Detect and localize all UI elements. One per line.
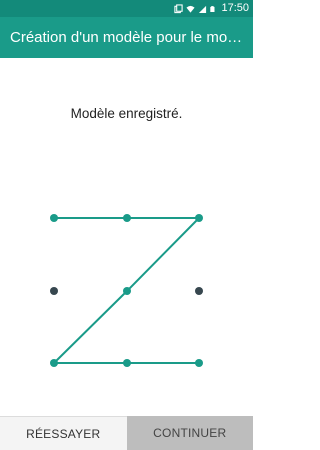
pattern-grid[interactable]	[0, 0, 253, 450]
pattern-line	[53, 290, 128, 364]
pattern-line	[126, 217, 200, 292]
pattern-dot[interactable]	[50, 359, 58, 367]
pattern-dot[interactable]	[195, 359, 203, 367]
pattern-dot[interactable]	[195, 214, 203, 222]
pattern-dot[interactable]	[195, 287, 203, 295]
pattern-dot[interactable]	[50, 214, 58, 222]
continue-button[interactable]: CONTINUER	[126, 416, 253, 450]
pattern-dot[interactable]	[50, 287, 58, 295]
pattern-dot[interactable]	[123, 214, 131, 222]
retry-button[interactable]: RÉESSAYER	[0, 416, 127, 450]
pattern-dot[interactable]	[123, 359, 131, 367]
bottom-button-bar: RÉESSAYER CONTINUER	[0, 416, 253, 450]
pattern-setup-screen: 17:50 Création d'un modèle pour le mode …	[0, 0, 253, 450]
pattern-dot[interactable]	[123, 287, 131, 295]
